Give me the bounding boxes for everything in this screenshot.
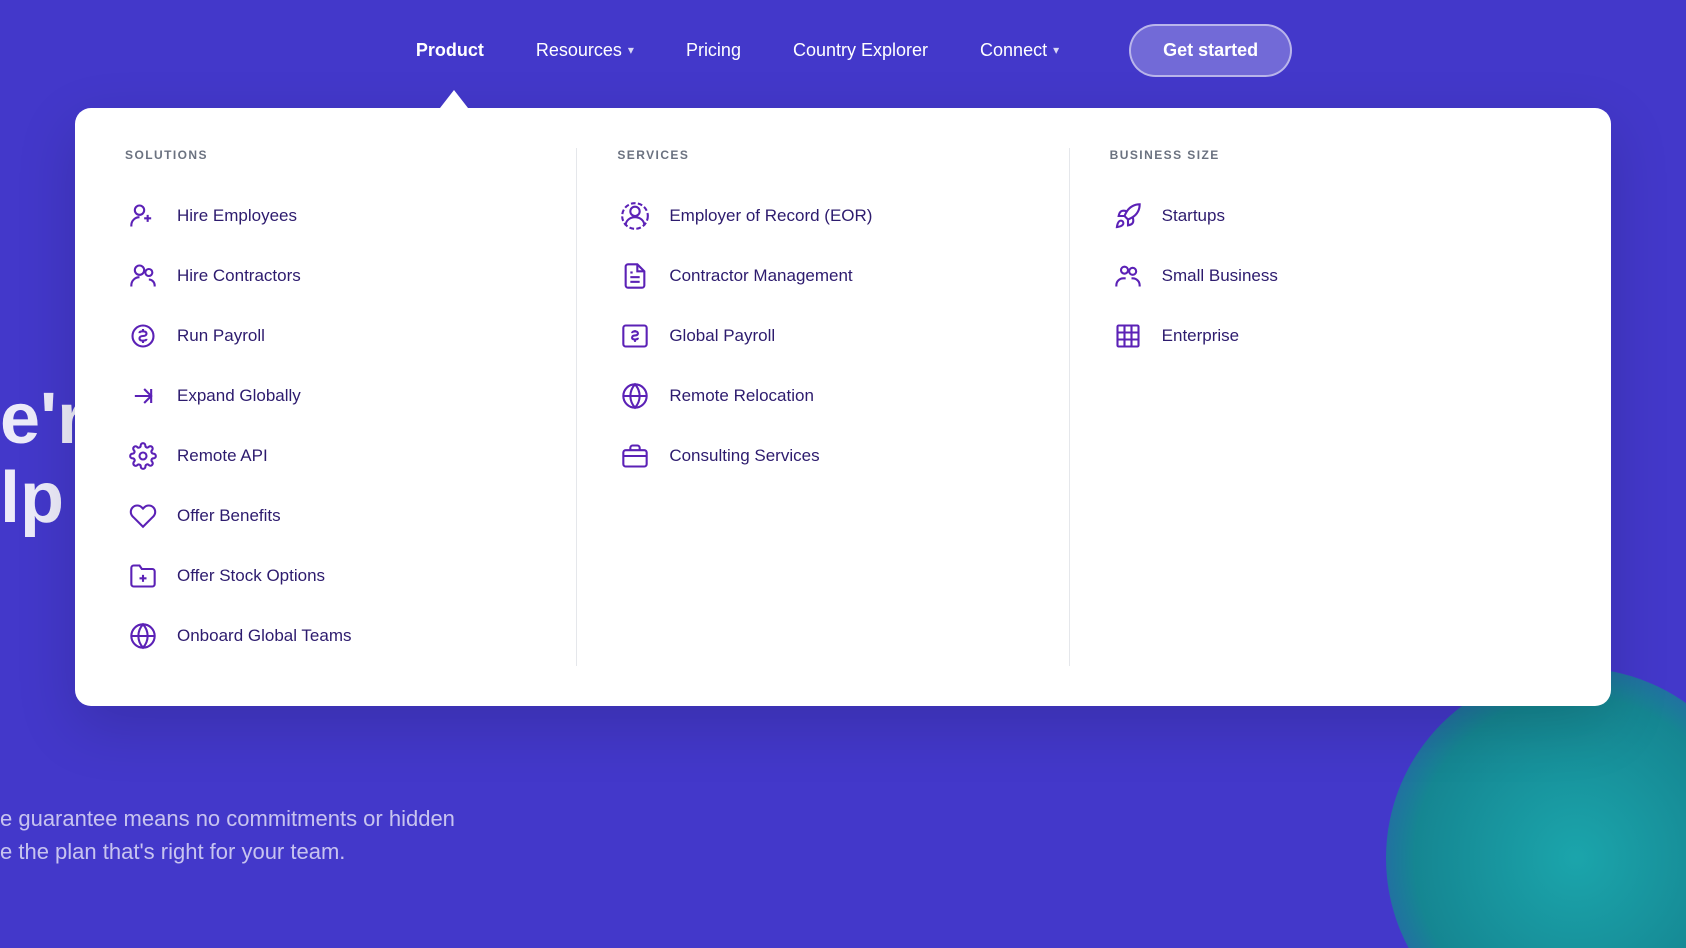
globe-circle-icon [617,378,653,414]
offer-benefits-label: Offer Benefits [177,506,281,526]
solutions-header: SOLUTIONS [125,148,556,162]
arrow-right-bar-icon [125,378,161,414]
small-business-label: Small Business [1162,266,1278,286]
menu-item-startups[interactable]: Startups [1110,186,1541,246]
nav-item-pricing[interactable]: Pricing [664,30,763,71]
folder-plus-icon [125,558,161,594]
menu-item-small-business[interactable]: Small Business [1110,246,1541,306]
gear-icon [125,438,161,474]
remote-relocation-label: Remote Relocation [669,386,814,406]
menu-item-hire-employees[interactable]: Hire Employees [125,186,556,246]
services-header: SERVICES [617,148,1048,162]
solutions-column: SOLUTIONS Hire Employees Hire Contractor… [125,148,576,666]
hire-employees-label: Hire Employees [177,206,297,226]
briefcase-icon [617,438,653,474]
menu-item-remote-relocation[interactable]: Remote Relocation [617,366,1048,426]
run-payroll-label: Run Payroll [177,326,265,346]
remote-api-label: Remote API [177,446,268,466]
connect-chevron-icon: ▾ [1053,43,1059,57]
enterprise-label: Enterprise [1162,326,1239,346]
expand-globally-label: Expand Globally [177,386,301,406]
global-payroll-label: Global Payroll [669,326,775,346]
person-circle-icon [617,198,653,234]
menu-item-offer-benefits[interactable]: Offer Benefits [125,486,556,546]
menu-item-run-payroll[interactable]: Run Payroll [125,306,556,366]
services-column: SERVICES Employer of Record (EOR) Contra… [576,148,1068,666]
hero-subtext: e guarantee means no commitments or hidd… [0,802,455,868]
user-plus-icon [125,198,161,234]
users-icon [125,258,161,294]
menu-item-contractor-mgmt[interactable]: Contractor Management [617,246,1048,306]
hire-contractors-label: Hire Contractors [177,266,301,286]
dropdown-arrow [440,90,468,108]
menu-item-offer-stock[interactable]: Offer Stock Options [125,546,556,606]
dollar-square-icon [617,318,653,354]
nav-item-connect[interactable]: Connect ▾ [958,30,1081,71]
menu-item-hire-contractors[interactable]: Hire Contractors [125,246,556,306]
globe-icon [125,618,161,654]
bg-circle-teal [1386,668,1686,948]
dollar-icon [125,318,161,354]
navbar: Product Resources ▾ Pricing Country Expl… [0,0,1686,100]
nav-item-country-explorer[interactable]: Country Explorer [771,30,950,71]
menu-item-remote-api[interactable]: Remote API [125,426,556,486]
menu-item-enterprise[interactable]: Enterprise [1110,306,1541,366]
document-icon [617,258,653,294]
dropdown-panel: SOLUTIONS Hire Employees Hire Contractor… [75,108,1611,706]
startups-label: Startups [1162,206,1225,226]
menu-item-eor[interactable]: Employer of Record (EOR) [617,186,1048,246]
menu-item-consulting[interactable]: Consulting Services [617,426,1048,486]
business-size-column: BUSINESS SIZE Startups Small Business En… [1069,148,1561,666]
building-icon [1110,318,1146,354]
offer-stock-label: Offer Stock Options [177,566,325,586]
menu-item-global-payroll[interactable]: Global Payroll [617,306,1048,366]
heart-icon [125,498,161,534]
nav-item-resources[interactable]: Resources ▾ [514,30,656,71]
people-icon [1110,258,1146,294]
resources-chevron-icon: ▾ [628,43,634,57]
business-size-header: BUSINESS SIZE [1110,148,1541,162]
nav-items: Product Resources ▾ Pricing Country Expl… [394,24,1292,77]
rocket-icon [1110,198,1146,234]
contractor-mgmt-label: Contractor Management [669,266,852,286]
menu-item-expand-globally[interactable]: Expand Globally [125,366,556,426]
nav-item-product[interactable]: Product [394,30,506,71]
menu-item-onboard-global[interactable]: Onboard Global Teams [125,606,556,666]
get-started-button[interactable]: Get started [1129,24,1292,77]
hero-text: e'r lp [0,380,85,538]
eor-label: Employer of Record (EOR) [669,206,872,226]
consulting-label: Consulting Services [669,446,819,466]
onboard-global-label: Onboard Global Teams [177,626,352,646]
